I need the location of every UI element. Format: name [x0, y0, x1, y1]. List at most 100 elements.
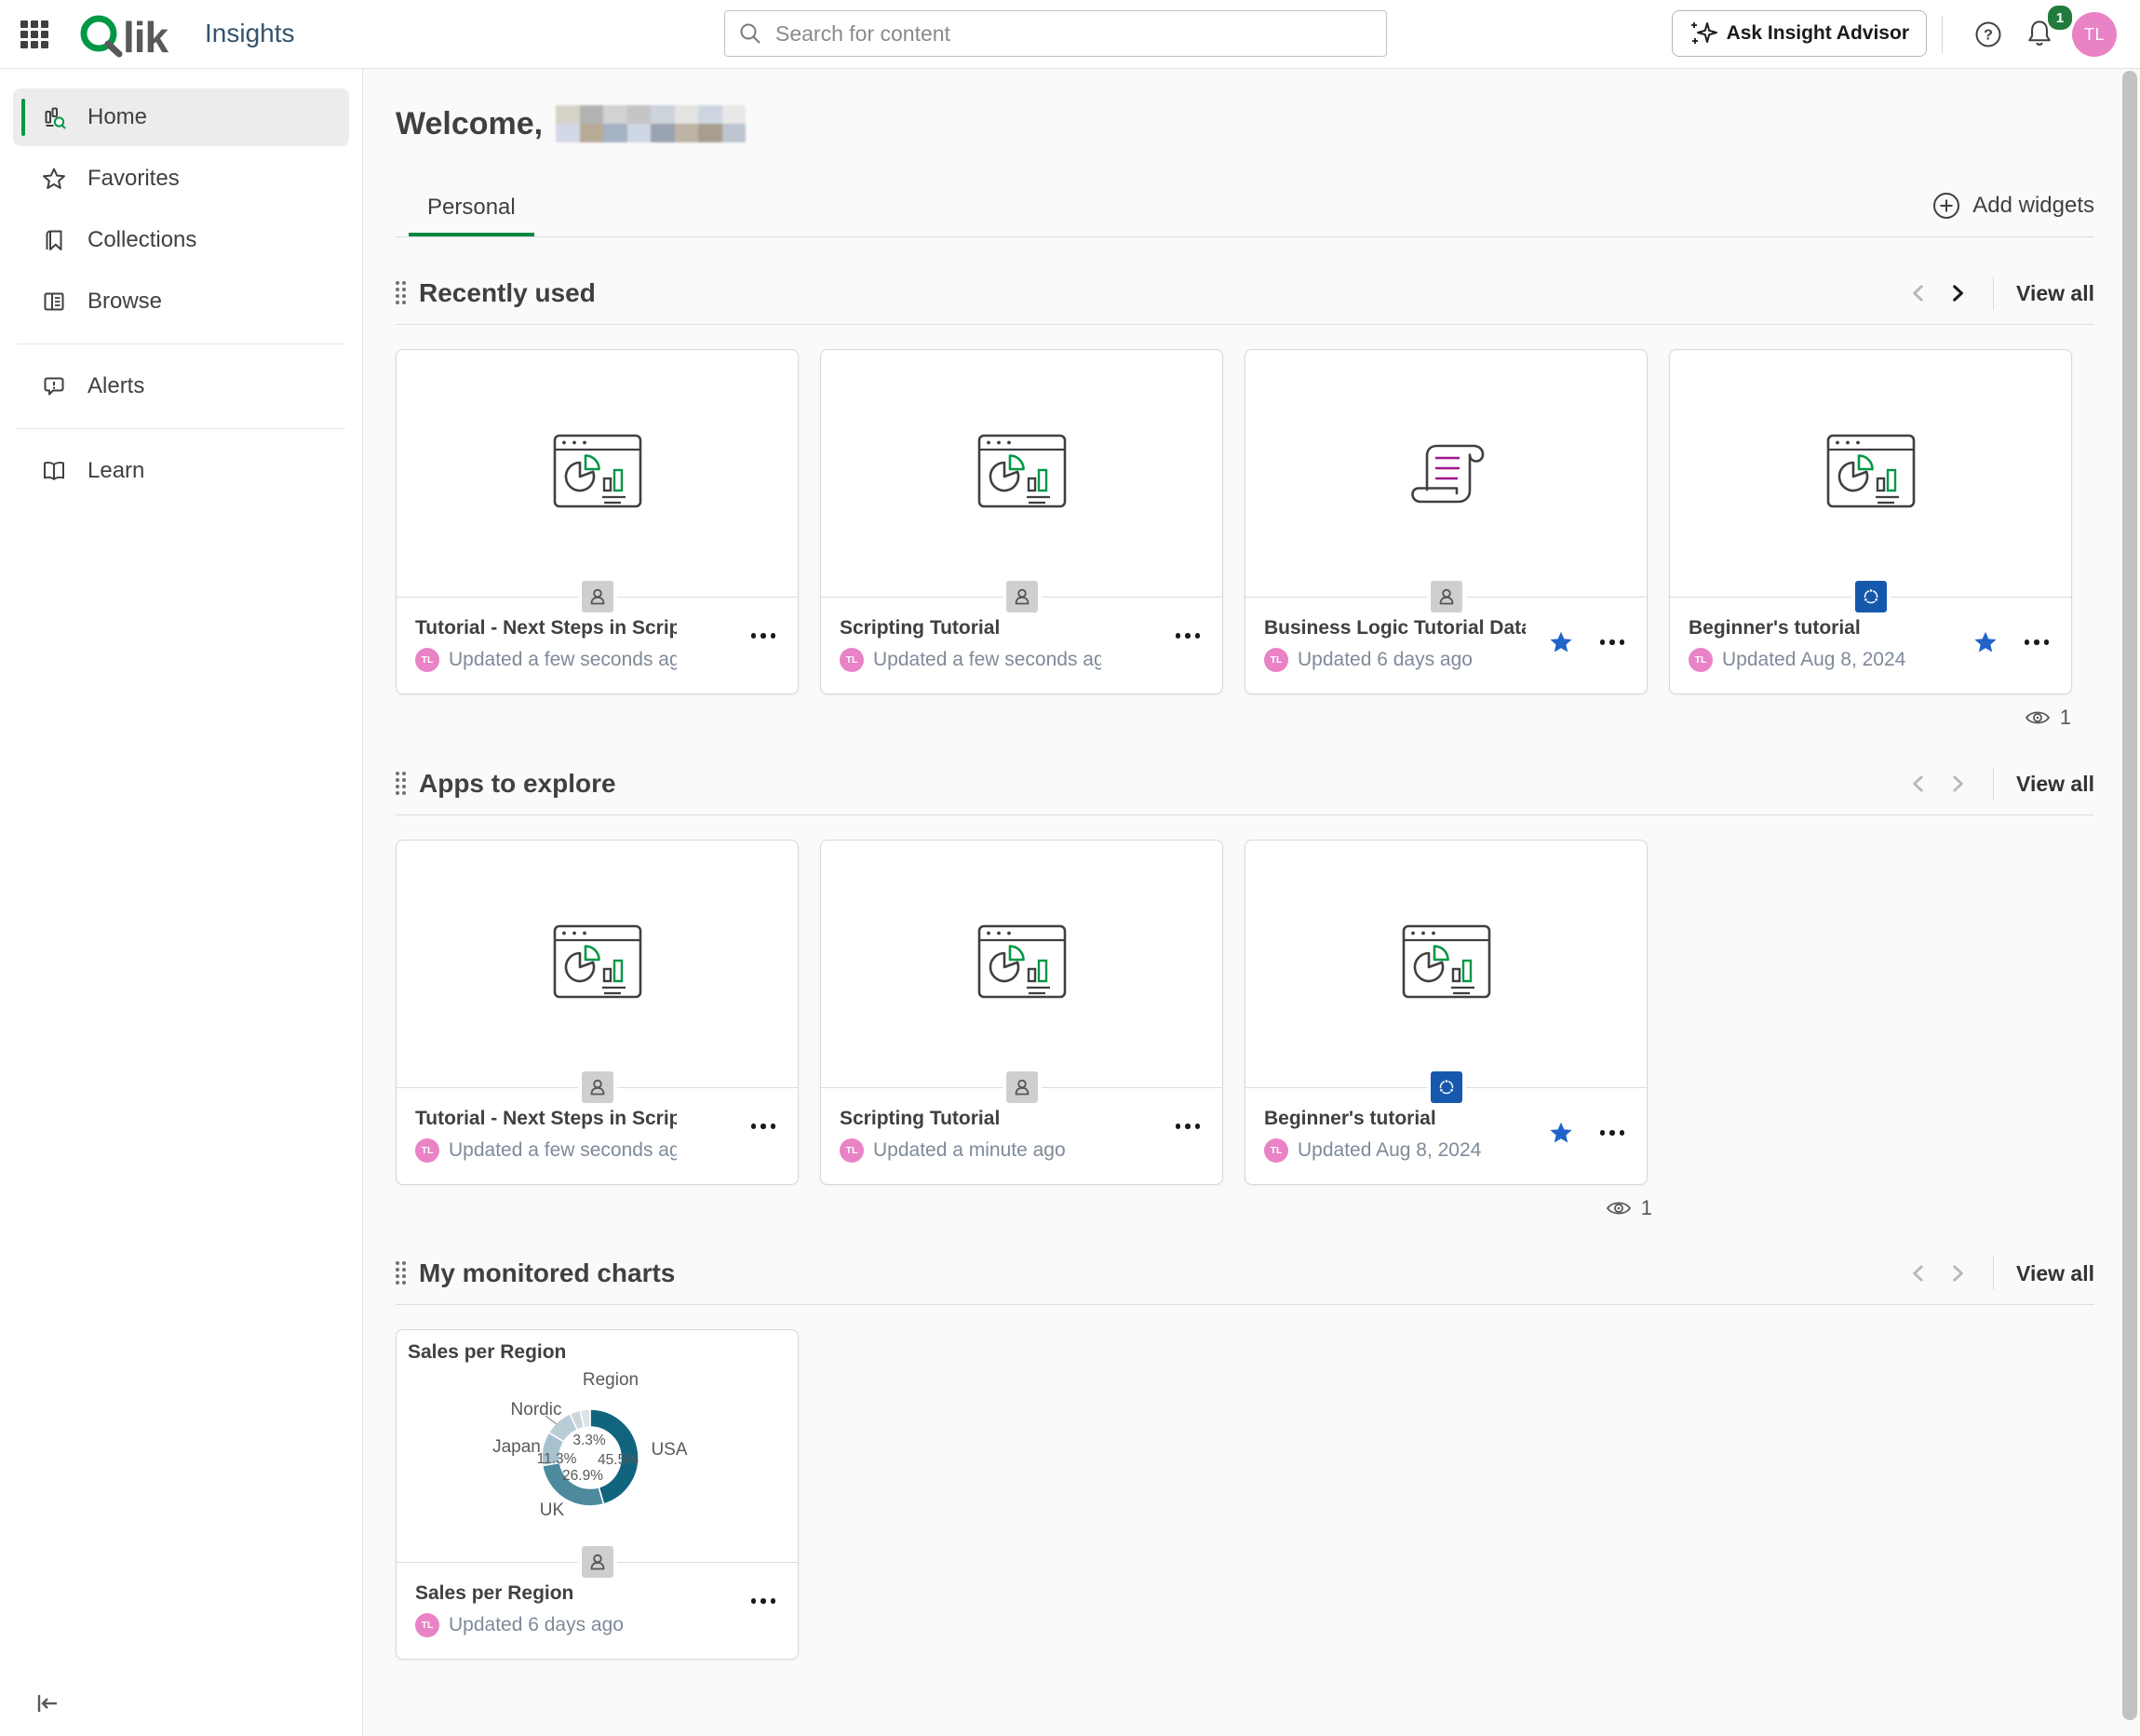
favorite-star-icon[interactable] — [1548, 1120, 1574, 1146]
sparkle-icon — [1689, 20, 1717, 47]
search-icon — [738, 21, 762, 46]
person-icon — [587, 1077, 608, 1097]
person-icon — [1012, 586, 1032, 607]
app-card[interactable]: Tutorial - Next Steps in Scripting TL Up… — [396, 349, 799, 694]
scroll-left-button[interactable] — [1905, 280, 1931, 306]
app-card[interactable]: Beginner's tutorial TL Updated Aug 8, 20… — [1669, 349, 2072, 694]
sidebar-item-favorites[interactable]: Favorites — [13, 150, 349, 208]
more-menu-button[interactable] — [1600, 636, 1625, 649]
section-rule — [396, 814, 2094, 815]
add-widgets-label: Add widgets — [1972, 193, 2094, 219]
person-icon — [1012, 1077, 1032, 1097]
welcome-heading: Welcome, — [396, 104, 2094, 143]
app-thumbnail — [1245, 841, 1647, 1088]
section-my-monitored-charts: My monitored charts View all Sales pe — [396, 1255, 2094, 1660]
section-drag-handle[interactable] — [396, 281, 408, 305]
sidebar-item-label: Home — [87, 104, 147, 130]
more-menu-button[interactable] — [2025, 636, 2050, 649]
personal-space-badge — [578, 1542, 617, 1581]
tab-bar: Personal Add widgets — [396, 182, 2094, 237]
scrollbar-thumb[interactable] — [2122, 71, 2137, 1720]
star-outline-icon — [41, 166, 67, 192]
more-menu-button[interactable] — [1600, 1126, 1625, 1139]
shared-space-badge — [1851, 577, 1891, 616]
view-all-link[interactable]: View all — [2016, 1261, 2094, 1286]
app-chart-icon — [553, 924, 642, 1004]
more-menu-button[interactable] — [1176, 1120, 1201, 1133]
app-thumbnail — [1245, 350, 1647, 598]
section-title: Recently used — [419, 278, 1905, 308]
sidebar-item-home[interactable]: Home — [13, 88, 349, 146]
view-all-link[interactable]: View all — [2016, 772, 2094, 797]
card-title: Business Logic Tutorial Data Prep — [1264, 617, 1526, 639]
sidebar-item-browse[interactable]: Browse — [13, 273, 349, 330]
section-rule — [396, 324, 2094, 325]
sidebar: Home Favorites Collections — [0, 68, 363, 1736]
script-scroll-icon — [1397, 432, 1496, 516]
card-title: Beginner's tutorial — [1264, 1108, 1526, 1130]
more-menu-button[interactable] — [751, 1595, 776, 1608]
view-all-link[interactable]: View all — [2016, 281, 2094, 306]
sidebar-item-alerts[interactable]: Alerts — [13, 357, 349, 415]
section-apps-to-explore: Apps to explore View all — [396, 765, 2094, 1222]
notification-count-badge[interactable]: 1 — [2046, 4, 2074, 32]
section-title: Apps to explore — [419, 769, 1905, 799]
app-card[interactable]: Scripting Tutorial TL Updated a minute a… — [820, 840, 1223, 1185]
more-menu-button[interactable] — [751, 1120, 776, 1133]
scroll-right-button[interactable] — [1945, 1260, 1971, 1286]
eye-icon — [2025, 708, 2051, 727]
user-avatar[interactable]: TL — [2072, 12, 2117, 57]
app-thumbnail — [397, 841, 798, 1088]
qlik-q-icon — [80, 10, 125, 59]
scroll-right-button[interactable] — [1945, 771, 1971, 797]
add-widgets-button[interactable]: Add widgets — [1931, 191, 2094, 221]
more-menu-button[interactable] — [751, 629, 776, 642]
favorite-star-icon[interactable] — [1548, 629, 1574, 655]
card-title: Tutorial - Next Steps in Scripting — [415, 617, 677, 639]
ask-insight-advisor-button[interactable]: Ask Insight Advisor — [1672, 10, 1927, 57]
top-bar: lik Insights Ask Insight Advisor ? 1 TL — [0, 0, 2140, 69]
card-updated-text: Updated Aug 8, 2024 — [1722, 649, 1905, 671]
app-card[interactable]: Beginner's tutorial TL Updated Aug 8, 20… — [1245, 840, 1648, 1185]
app-launcher-icon[interactable] — [20, 20, 48, 48]
monitored-chart-card[interactable]: Sales per Region Region Nordic Japan UK … — [396, 1329, 799, 1660]
sidebar-divider — [17, 428, 345, 429]
sidebar-item-collections[interactable]: Collections — [13, 211, 349, 269]
app-chart-icon — [977, 434, 1067, 514]
app-card[interactable]: Scripting Tutorial TL Updated a few seco… — [820, 349, 1223, 694]
collapse-sidebar-icon[interactable] — [32, 1688, 63, 1719]
views-count-row: 1 — [396, 1194, 2094, 1222]
owner-avatar: TL — [415, 1613, 439, 1637]
sidebar-item-learn[interactable]: Learn — [13, 442, 349, 500]
personal-space-badge — [1003, 1068, 1042, 1107]
slice-percent-small: 3.3% — [572, 1433, 605, 1449]
plus-circle-icon — [1931, 191, 1961, 221]
section-drag-handle[interactable] — [396, 1261, 408, 1285]
more-menu-button[interactable] — [1176, 629, 1201, 642]
card-title: Beginner's tutorial — [1689, 617, 1950, 639]
help-icon[interactable]: ? — [1974, 20, 2002, 48]
section-drag-handle[interactable] — [396, 772, 408, 796]
scroll-left-button[interactable] — [1905, 1260, 1931, 1286]
main-content: Welcome, Personal Add widgets Recently u… — [363, 68, 2140, 1736]
tab-personal[interactable]: Personal — [409, 182, 534, 236]
search-input[interactable] — [774, 20, 1373, 47]
app-card[interactable]: Tutorial - Next Steps in Scripting TL Up… — [396, 840, 799, 1185]
page-title: Insights — [205, 19, 295, 48]
sidebar-item-label: Collections — [87, 227, 196, 253]
global-search[interactable] — [724, 10, 1387, 57]
personal-space-badge — [1427, 577, 1466, 616]
slice-percent-japan: 11.3% — [537, 1451, 577, 1468]
favorite-star-icon[interactable] — [1972, 629, 1999, 655]
scroll-left-button[interactable] — [1905, 771, 1931, 797]
chart-preview: Sales per Region Region Nordic Japan UK … — [397, 1330, 798, 1563]
slice-label-japan: Japan — [492, 1437, 541, 1458]
slice-percent-uk: 26.9% — [562, 1468, 603, 1485]
card-updated-text: Updated a few seconds ago — [449, 649, 677, 671]
views-count: 1 — [2060, 706, 2071, 730]
scroll-right-button[interactable] — [1945, 280, 1971, 306]
eye-icon — [1606, 1199, 1632, 1218]
app-card[interactable]: Business Logic Tutorial Data Prep TL Upd… — [1245, 349, 1648, 694]
owner-avatar: TL — [415, 1138, 439, 1163]
qlik-logo[interactable]: lik — [80, 10, 168, 59]
